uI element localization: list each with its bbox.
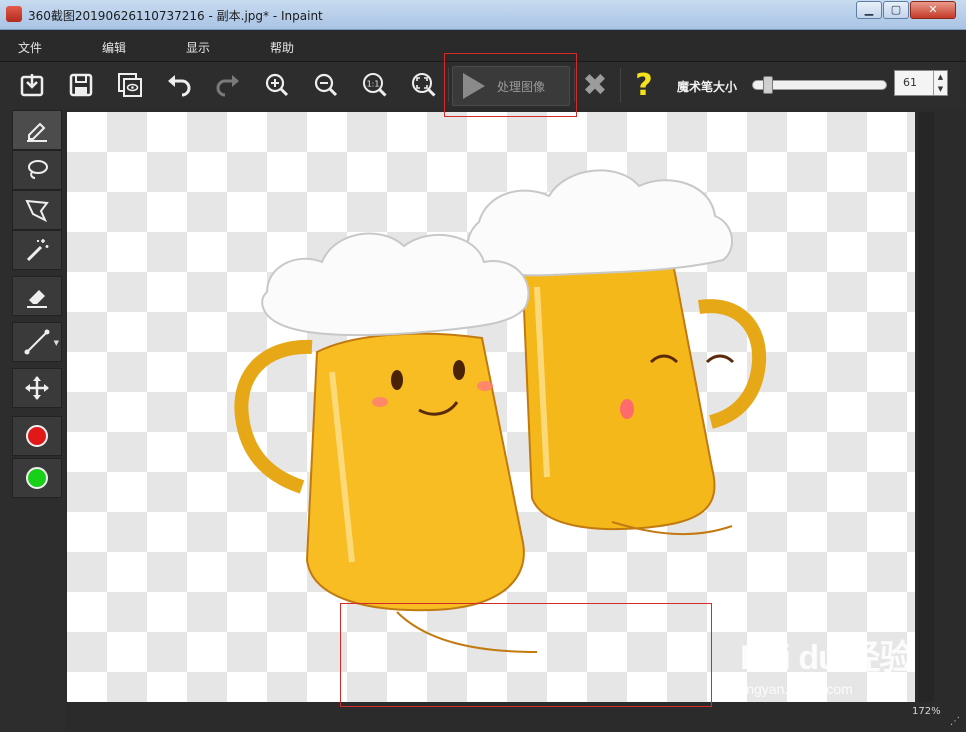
fit-button[interactable] (407, 68, 441, 102)
preview-button[interactable] (113, 68, 147, 102)
redo-icon (216, 75, 239, 97)
line-icon (24, 329, 50, 355)
slider-thumb[interactable] (763, 76, 773, 94)
menu-help[interactable]: 帮助 (270, 39, 294, 56)
fit-icon (412, 73, 436, 97)
chevron-down-icon[interactable]: ▼ (54, 339, 59, 347)
polygonal-lasso-tool[interactable] (12, 190, 62, 230)
zoom-status: 172% (912, 706, 941, 717)
move-icon (25, 376, 49, 400)
eraser-tool[interactable] (12, 276, 62, 316)
redo-button[interactable] (211, 68, 245, 102)
svg-text:1:1: 1:1 (367, 80, 380, 89)
zoom-in-icon (265, 73, 289, 97)
vertical-scrollbar[interactable] (918, 112, 934, 702)
brush-size-spinbox[interactable]: 61 ▲ ▼ (894, 70, 948, 96)
baidu-watermark: Bai du 经验 jingyan.baidu.com (740, 630, 913, 697)
red-color-swatch (26, 425, 48, 447)
line-tool[interactable]: ▼ (12, 322, 62, 362)
menu-file[interactable]: 文件 (18, 39, 42, 56)
zoom-in-button[interactable] (260, 68, 294, 102)
move-tool[interactable] (12, 368, 62, 408)
actual-size-icon: 1:1 (363, 73, 387, 97)
window-title: 360截图20190626110737216 - 副本.jpg* - Inpai… (28, 9, 323, 23)
polygonal-lasso-icon (25, 199, 49, 223)
undo-button[interactable] (162, 68, 196, 102)
open-button[interactable] (15, 68, 49, 102)
app-icon (6, 6, 22, 22)
highlight-process-button (444, 53, 577, 117)
menu-view[interactable]: 显示 (186, 39, 210, 56)
minimize-button[interactable]: ▁ (856, 1, 882, 19)
green-color-swatch (26, 467, 48, 489)
toolbar-separator (620, 68, 621, 102)
close-button[interactable]: ✕ (910, 1, 956, 19)
save-icon (69, 73, 93, 97)
zoom-out-icon (314, 73, 338, 97)
zoom-out-button[interactable] (309, 68, 343, 102)
eraser-icon (27, 290, 47, 308)
preview-icon (118, 73, 142, 97)
highlight-selection-area (340, 603, 712, 707)
save-button[interactable] (64, 68, 98, 102)
open-icon (20, 74, 44, 97)
maximize-button[interactable]: ▢ (883, 1, 909, 19)
spin-arrows[interactable]: ▲ ▼ (933, 71, 947, 95)
tool-panel: ▼ (0, 108, 66, 732)
marker-tool[interactable] (12, 110, 62, 150)
lasso-icon (28, 160, 48, 179)
watermark-sub: jingyan.baidu.com (740, 681, 853, 697)
red-color-button[interactable] (12, 416, 62, 456)
brush-size-label: 魔术笔大小 (677, 80, 738, 94)
title-bar: 360截图20190626110737216 - 副本.jpg* - Inpai… (0, 0, 966, 30)
lasso-tool[interactable] (12, 150, 62, 190)
marker-icon (27, 122, 47, 142)
green-color-button[interactable] (12, 458, 62, 498)
resize-grip-icon[interactable]: ⋰ (950, 716, 960, 727)
menu-edit[interactable]: 编辑 (102, 39, 126, 56)
brush-size-value: 61 (903, 76, 917, 89)
actual-size-button[interactable]: 1:1 (358, 68, 392, 102)
clear-selection-button[interactable]: ✖ (580, 68, 610, 103)
undo-icon (168, 75, 191, 97)
help-button[interactable]: ? (630, 66, 658, 104)
watermark-main: Bai du 经验 (740, 639, 913, 677)
magic-wand-tool[interactable] (12, 230, 62, 270)
brush-size-slider[interactable] (752, 76, 887, 94)
magic-wand-icon (26, 239, 49, 262)
